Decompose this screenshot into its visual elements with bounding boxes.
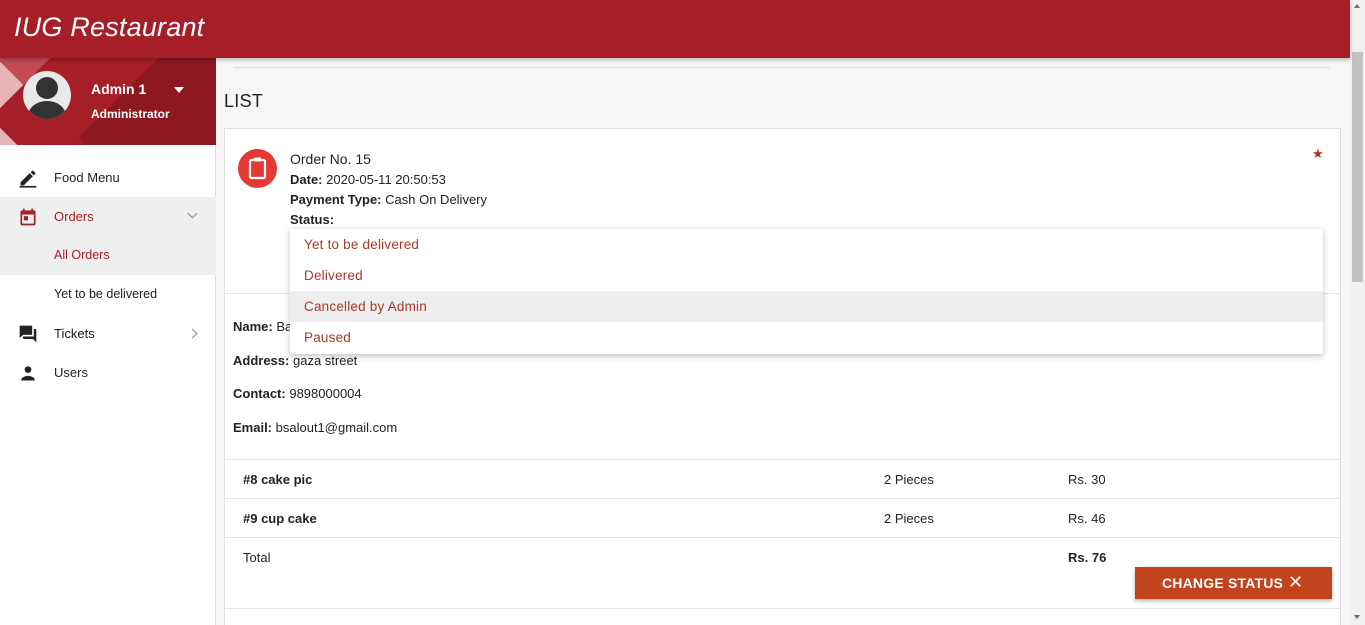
customer-name: Name: Ba	[233, 319, 293, 334]
sidebar-nav: Food Menu Orders All Orders Yet to be de…	[0, 158, 216, 392]
sidebar: Admin 1 Administrator Food Menu Orders A…	[0, 58, 216, 625]
sidebar-item-orders[interactable]: Orders	[0, 197, 216, 236]
chevron-right-icon	[187, 328, 198, 339]
chat-icon	[19, 325, 37, 343]
sidebar-item-label: All Orders	[54, 248, 110, 262]
status-dropdown-menu: Yet to be delivered Delivered Cancelled …	[290, 229, 1323, 354]
change-status-label: CHANGE STATUS	[1162, 575, 1284, 591]
close-icon[interactable]: ✕	[1288, 572, 1303, 593]
customer-email: Email: bsalout1@gmail.com	[233, 420, 398, 435]
sidebar-subitem-all-orders[interactable]: All Orders	[0, 236, 216, 275]
total-value: Rs. 76	[1068, 550, 1107, 565]
sidebar-item-tickets[interactable]: Tickets	[0, 314, 216, 353]
item-name: #9 cup cake	[243, 511, 317, 526]
scroll-down-arrow-icon[interactable]	[1354, 615, 1360, 619]
page-scrollbar[interactable]	[1350, 0, 1365, 625]
sidebar-item-label: Tickets	[54, 326, 95, 341]
status-option[interactable]: Paused	[290, 322, 1323, 353]
avatar	[23, 71, 71, 119]
item-qty: 2 Pieces	[884, 511, 934, 526]
user-name: Admin 1	[91, 81, 147, 97]
user-banner: Admin 1 Administrator	[0, 58, 216, 145]
change-status-button[interactable]: CHANGE STATUS ✕	[1135, 567, 1332, 599]
divider	[225, 608, 1340, 609]
person-icon	[21, 366, 35, 381]
app-title[interactable]: IUG Restaurant	[14, 12, 204, 43]
page-title: LIST	[224, 91, 264, 111]
divider	[234, 67, 1330, 68]
pencil-icon	[19, 170, 37, 188]
customer-address: Address: gaza street	[233, 353, 358, 368]
status-option[interactable]: Delivered	[290, 260, 1323, 291]
sidebar-item-food-menu[interactable]: Food Menu	[0, 158, 216, 197]
divider	[225, 459, 1340, 460]
divider	[225, 498, 1340, 499]
item-price: Rs. 30	[1068, 472, 1106, 487]
scrollbar-thumb[interactable]	[1352, 52, 1363, 282]
order-payment-type: Payment Type: Cash On Delivery	[290, 192, 488, 207]
item-price: Rs. 46	[1068, 511, 1106, 526]
star-icon[interactable]: ★	[1312, 146, 1324, 162]
sidebar-subitem-yet-to-be-delivered[interactable]: Yet to be delivered	[0, 275, 216, 314]
order-date: Date: 2020-05-11 20:50:53	[290, 172, 446, 187]
user-menu-caret-icon[interactable]	[174, 87, 184, 93]
order-status-label: Status:	[290, 212, 335, 227]
chevron-down-icon	[187, 208, 198, 219]
item-name: #8 cake pic	[243, 472, 313, 487]
status-option[interactable]: Yet to be delivered	[290, 229, 1323, 260]
order-title: Order No. 15	[290, 151, 371, 167]
sidebar-item-label: Users	[54, 365, 88, 380]
app-header: IUG Restaurant	[0, 0, 1350, 58]
sidebar-item-label: Food Menu	[54, 170, 120, 185]
divider	[225, 537, 1340, 538]
sidebar-item-label: Orders	[54, 209, 94, 224]
sidebar-item-label: Yet to be delivered	[54, 287, 158, 301]
scroll-up-arrow-icon[interactable]	[1354, 4, 1360, 8]
item-qty: 2 Pieces	[884, 472, 934, 487]
calendar-icon	[20, 208, 36, 226]
total-label: Total	[243, 550, 271, 565]
order-card: Order No. 15 Date: 2020-05-11 20:50:53 P…	[224, 128, 1341, 625]
status-option[interactable]: Cancelled by Admin	[290, 291, 1323, 322]
sidebar-item-users[interactable]: Users	[0, 353, 216, 392]
customer-contact: Contact: 9898000004	[233, 386, 362, 401]
user-role: Administrator	[91, 107, 170, 121]
clipboard-icon	[238, 149, 277, 188]
